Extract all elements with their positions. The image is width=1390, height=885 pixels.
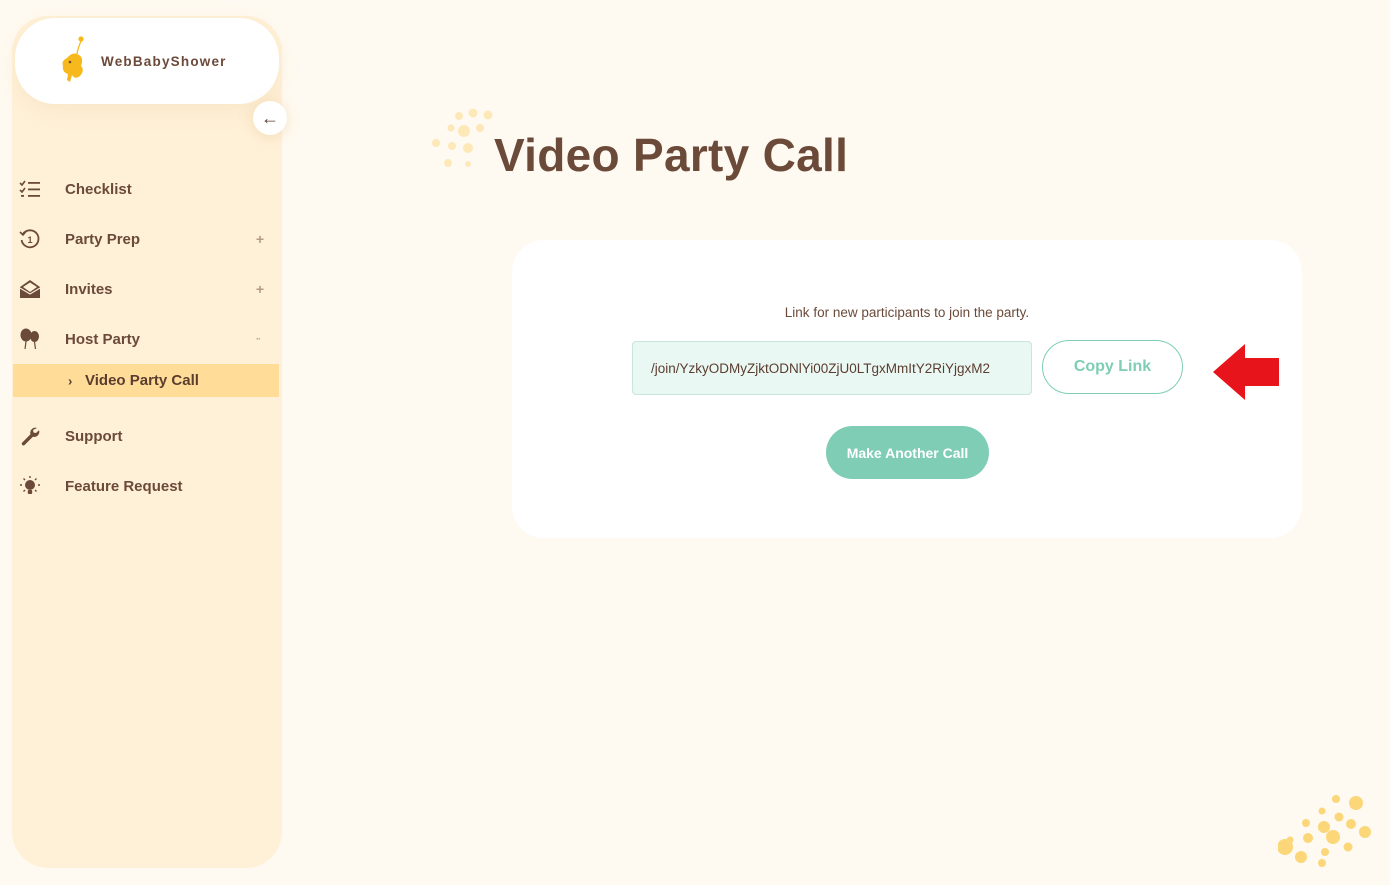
sidebar-item-label: Host Party <box>65 330 141 348</box>
envelope-open-icon <box>19 278 41 300</box>
sidebar-item-invites[interactable]: Invites + <box>12 264 282 314</box>
chevron-right-icon: › <box>68 373 73 388</box>
brand-logo[interactable]: WebBabyShower <box>15 18 279 104</box>
svg-text:1: 1 <box>27 235 32 245</box>
sidebar-item-host-party[interactable]: Host Party ·· <box>12 314 282 364</box>
sidebar-item-label: Party Prep <box>65 230 141 248</box>
sidebar-nav: Checklist 1 Party Prep + Invites + Host … <box>12 164 282 511</box>
sidebar: WebBabyShower Checklist 1 Party Prep + I… <box>12 16 282 868</box>
collapse-minus-icon[interactable]: ·· <box>256 334 261 344</box>
expand-plus-icon[interactable]: + <box>256 281 264 297</box>
history-icon: 1 <box>19 228 41 250</box>
arrow-left-icon: ← <box>261 107 279 128</box>
copy-link-button[interactable]: Copy Link <box>1042 340 1183 394</box>
page-title: Video Party Call <box>494 129 849 181</box>
baby-elephant-logo-icon <box>62 36 84 82</box>
sidebar-item-label: Checklist <box>65 180 132 198</box>
sidebar-item-feature-request[interactable]: Feature Request <box>12 461 282 511</box>
expand-plus-icon[interactable]: + <box>256 231 264 247</box>
sidebar-item-checklist[interactable]: Checklist <box>12 164 282 214</box>
brand-name: WebBabyShower <box>101 53 227 69</box>
sidebar-item-label: Feature Request <box>65 477 183 495</box>
decorative-corner-dots-icon <box>1278 795 1371 867</box>
sidebar-item-support[interactable]: Support <box>12 411 282 461</box>
collapse-sidebar-button[interactable]: ← <box>253 101 287 135</box>
lightbulb-icon <box>19 475 41 497</box>
balloons-icon <box>19 328 41 350</box>
wrench-icon <box>19 425 41 447</box>
video-call-card: Link for new participants to join the pa… <box>512 240 1302 538</box>
sidebar-item-party-prep[interactable]: 1 Party Prep + <box>12 214 282 264</box>
sidebar-item-label: Invites <box>65 280 113 298</box>
sidebar-item-label: Support <box>65 427 123 445</box>
checklist-icon <box>19 178 41 200</box>
join-link-label: Link for new participants to join the pa… <box>784 305 1030 320</box>
join-link-input[interactable] <box>632 341 1032 395</box>
sidebar-subitem-video-party-call[interactable]: › Video Party Call <box>13 364 279 397</box>
make-another-call-button[interactable]: Make Another Call <box>826 426 989 479</box>
sidebar-subitem-label: Video Party Call <box>85 372 199 389</box>
annotation-arrow-left-icon <box>1213 344 1279 400</box>
